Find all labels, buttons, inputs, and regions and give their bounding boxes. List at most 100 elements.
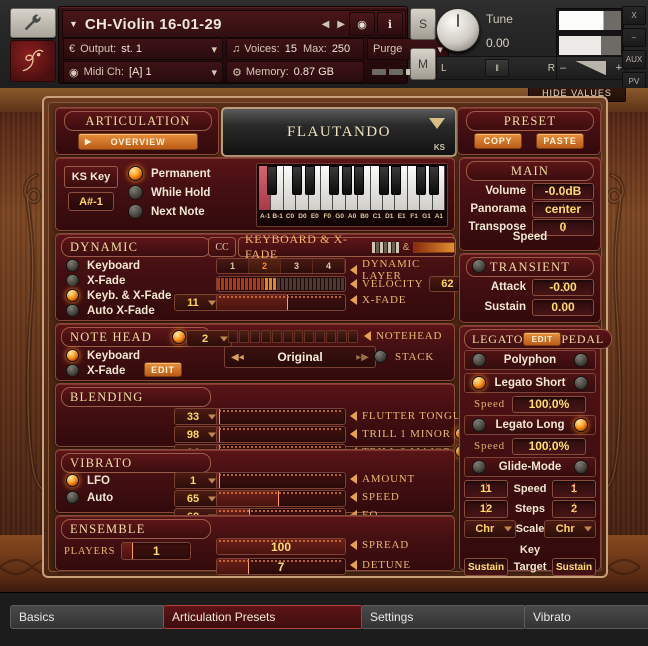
notehead-selector[interactable]: ◀◂ Original ▸▶ [224, 346, 376, 368]
notehead-segment[interactable] [283, 330, 293, 343]
next-arrow-icon[interactable]: ▸▶ [356, 352, 369, 363]
glide-right-value[interactable]: Chr [544, 520, 596, 538]
parameter-slider[interactable] [216, 490, 346, 507]
glide-left-value[interactable]: 11 [464, 480, 508, 498]
mute-button[interactable]: M [410, 48, 436, 80]
glide-left-value[interactable]: Chr [464, 520, 516, 538]
pan-slider[interactable]: L ‖ R [436, 56, 560, 80]
chevron-down-icon[interactable]: ▾ [211, 66, 217, 79]
dynamic-layer-selector[interactable]: 1234 [216, 258, 346, 274]
ks-keyboard[interactable]: A-1B-1C0D0E0F0G0A0B0C1D1E1F1G1A1 [256, 163, 448, 227]
led-icon[interactable] [66, 364, 79, 377]
notehead-segment[interactable] [315, 330, 325, 343]
minimize-icon[interactable]: – [622, 28, 646, 47]
notehead-segment[interactable] [228, 330, 238, 343]
notehead-segments[interactable] [228, 330, 358, 343]
dynamic-layer-option[interactable]: 3 [281, 259, 313, 273]
parameter-slider[interactable]: 7 [216, 558, 346, 575]
dynamic-mode-auto-xfade[interactable]: Auto X-Fade [66, 303, 171, 318]
ks-key-value[interactable]: A#-1 [68, 192, 114, 211]
led-icon[interactable] [66, 349, 79, 362]
prev-arrow-icon[interactable]: ◀◂ [231, 352, 244, 363]
notehead-segment[interactable] [272, 330, 282, 343]
chevron-down-icon[interactable]: ▾ [211, 43, 217, 56]
piano-black-key[interactable] [305, 166, 315, 195]
notehead-segment[interactable] [304, 330, 314, 343]
info-icon[interactable]: ℹ [377, 12, 403, 36]
chevron-down-icon[interactable] [208, 300, 216, 305]
articulation-display[interactable]: FLAUTANDO KS [221, 107, 457, 157]
piano-black-key[interactable] [292, 166, 302, 195]
tab-articulation-presets[interactable]: Articulation Presets [163, 605, 363, 629]
led-icon[interactable] [128, 166, 143, 181]
led-icon[interactable] [574, 353, 588, 367]
xfade-cc-box[interactable]: 11 [174, 294, 220, 311]
volume-minus[interactable]: – [560, 62, 566, 74]
chevron-down-icon[interactable] [208, 478, 216, 483]
ks-mode-permanent[interactable]: Permanent [128, 164, 210, 183]
aux-button[interactable]: AUX [622, 50, 646, 69]
piano-black-key[interactable] [429, 166, 439, 195]
speed-value[interactable]: 100.0% [512, 438, 586, 455]
next-preset-icon[interactable]: ▶ [333, 19, 349, 30]
parameter-value[interactable]: 0.00 [532, 299, 594, 316]
led-icon[interactable] [574, 418, 588, 432]
piano-black-key[interactable] [416, 166, 426, 195]
parameter-slider[interactable]: 100 [216, 538, 346, 555]
notehead-segment[interactable] [239, 330, 249, 343]
led-icon[interactable] [66, 274, 79, 287]
piano-black-key[interactable] [391, 166, 401, 195]
midi-channel-selector[interactable]: ◉ Midi Ch: [A] 1 ▾ [63, 61, 223, 83]
volume-slider[interactable]: – + [556, 56, 626, 80]
cc-box[interactable]: 1 [174, 472, 220, 489]
notehead-segment[interactable] [250, 330, 260, 343]
wrench-icon[interactable] [10, 8, 56, 38]
piano-black-key[interactable] [354, 166, 364, 195]
preset-copy-button[interactable]: COPY [474, 133, 522, 149]
solo-button[interactable]: S [410, 8, 436, 40]
speed-value[interactable]: 100.0% [512, 396, 586, 413]
cc-box[interactable]: 98 [174, 426, 220, 443]
glide-left-value[interactable]: 12 [464, 500, 508, 518]
xfade-slider[interactable] [216, 294, 346, 311]
parameter-value[interactable]: -0.0dB [532, 183, 594, 200]
led-icon[interactable] [574, 460, 588, 474]
led-icon[interactable] [472, 353, 486, 367]
pedal-label[interactable]: PEDAL [561, 332, 604, 347]
chevron-down-icon[interactable] [208, 496, 216, 501]
dynamic-mode-keyb-xfade[interactable]: Keyb. & X-Fade [66, 288, 171, 303]
dynamic-mode-xfade[interactable]: X-Fade [66, 273, 171, 288]
notehead-cc-box[interactable]: 2 [186, 330, 232, 347]
close-icon[interactable]: X [622, 6, 646, 25]
piano-black-key[interactable] [267, 166, 277, 195]
cc-box[interactable]: 33 [174, 408, 220, 425]
legato-edit-button[interactable]: EDIT [523, 332, 561, 346]
tab-settings[interactable]: Settings [361, 605, 526, 629]
notehead-title-led[interactable] [172, 330, 186, 344]
notehead-mode-xfade[interactable]: X-Fade [66, 363, 140, 378]
dynamic-layer-option[interactable]: 4 [313, 259, 345, 273]
dynamic-cc-label[interactable]: CC [208, 237, 236, 257]
notehead-stack-row[interactable]: STACK [374, 350, 434, 363]
notehead-segment[interactable] [326, 330, 336, 343]
tune-value[interactable]: 0.00 [486, 36, 509, 50]
notehead-segment[interactable] [337, 330, 347, 343]
instrument-name-row[interactable]: ▼ CH-Violin 16-01-29 ◀ ▶ ◉ ℹ [62, 10, 406, 38]
led-icon[interactable] [66, 259, 79, 272]
dynamic-layer-option[interactable]: 2 [249, 259, 281, 273]
piano-black-key[interactable] [342, 166, 352, 195]
glide-right-value[interactable]: 2 [552, 500, 596, 518]
led-icon[interactable] [128, 204, 143, 219]
transient-led[interactable] [472, 259, 486, 273]
chevron-down-icon[interactable] [208, 432, 216, 437]
notehead-segment[interactable] [348, 330, 358, 343]
parameter-value[interactable]: -0.00 [532, 279, 594, 296]
preset-paste-button[interactable]: PASTE [536, 133, 584, 149]
led-icon[interactable] [128, 185, 143, 200]
parameter-slider[interactable] [216, 472, 346, 489]
led-icon[interactable] [66, 304, 79, 317]
piano-black-key[interactable] [379, 166, 389, 195]
dynamic-mode-keyboard[interactable]: Keyboard [66, 258, 171, 273]
parameter-value[interactable]: center [532, 201, 594, 218]
led-icon[interactable] [472, 418, 486, 432]
